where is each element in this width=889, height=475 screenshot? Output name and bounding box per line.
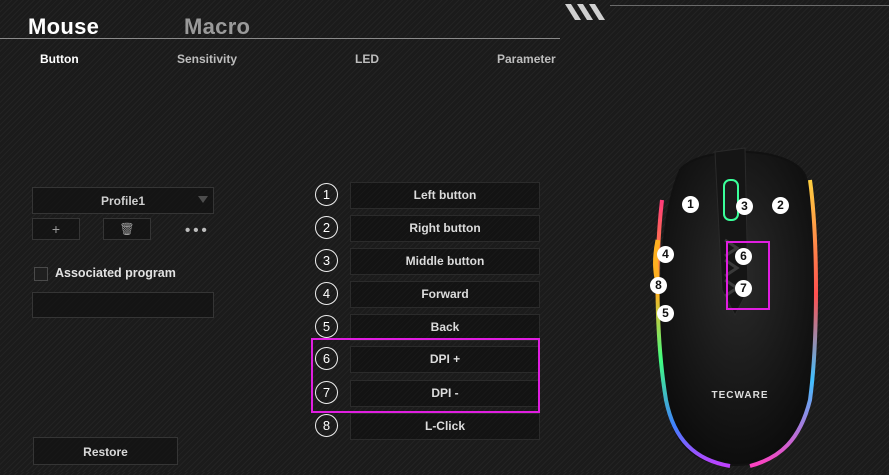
button-row-4[interactable]: 4 Forward [314,281,540,308]
mouse-marker-2: 2 [772,197,789,214]
decorative-stripes [565,4,605,20]
mouse-marker-8: 8 [650,277,667,294]
button-row-2[interactable]: 2 Right button [314,215,540,242]
button-row-5[interactable]: 5 Back [314,314,540,341]
button-number: 5 [315,315,338,338]
button-assignment-label: Right button [409,221,481,235]
restore-button[interactable]: Restore [33,437,178,465]
delete-profile-button[interactable]: 🗑 [103,218,151,240]
button-row-3[interactable]: 3 Middle button [314,248,540,275]
top-bar [0,0,889,42]
button-assignment-label: L-Click [424,419,465,433]
associated-program-field[interactable] [32,292,214,318]
button-assignment-field[interactable]: L-Click [350,413,540,440]
subtab-parameter[interactable]: Parameter [497,52,556,66]
button-assignment-label: Left button [413,188,477,202]
tab-mouse[interactable]: Mouse [28,14,99,40]
profile-name: Profile1 [100,194,145,208]
button-number: 3 [315,249,338,272]
button-assignment-field[interactable]: Middle button [350,248,540,275]
profile-dropdown[interactable]: Profile1 [32,187,214,214]
mouse-marker-4: 4 [657,246,674,263]
button-assignment-label: Back [430,320,460,334]
button-number: 1 [315,183,338,206]
button-assignment-field[interactable]: Right button [350,215,540,242]
button-assignment-label: Middle button [405,254,485,268]
button-number: 4 [315,282,338,305]
highlight-box-dpi-buttons [726,241,770,310]
button-assignment-label: Forward [421,287,469,301]
trash-icon: 🗑 [119,222,135,236]
button-row-1[interactable]: 1 Left button [314,182,540,209]
add-profile-button[interactable]: + [32,218,80,240]
dropdown-arrow-icon [198,196,208,203]
button-assignment-field[interactable]: Back [350,314,540,341]
button-assignment-field[interactable]: Left button [350,182,540,209]
button-row-8[interactable]: 8 L-Click [314,413,540,440]
button-number: 2 [315,216,338,239]
plus-icon: + [51,221,61,237]
tab-macro[interactable]: Macro [184,14,250,40]
subtab-led[interactable]: LED [355,52,379,66]
mouse-marker-3: 3 [736,198,753,215]
mouse-marker-1: 1 [682,196,699,213]
associated-program-checkbox[interactable] [34,267,48,281]
associated-program-label: Associated program [55,266,176,280]
mouse-marker-5: 5 [657,305,674,322]
subtab-button[interactable]: Button [40,52,79,66]
restore-label: Restore [83,445,128,459]
subtab-sensitivity[interactable]: Sensitivity [177,52,237,66]
button-assignment-field[interactable]: Forward [350,281,540,308]
highlight-box-dpi-rows [311,338,540,413]
brand-logo: TECWARE [712,390,769,401]
top-divider-right [610,5,889,6]
more-options-button[interactable]: ••• [185,222,210,239]
button-number: 8 [315,414,338,437]
